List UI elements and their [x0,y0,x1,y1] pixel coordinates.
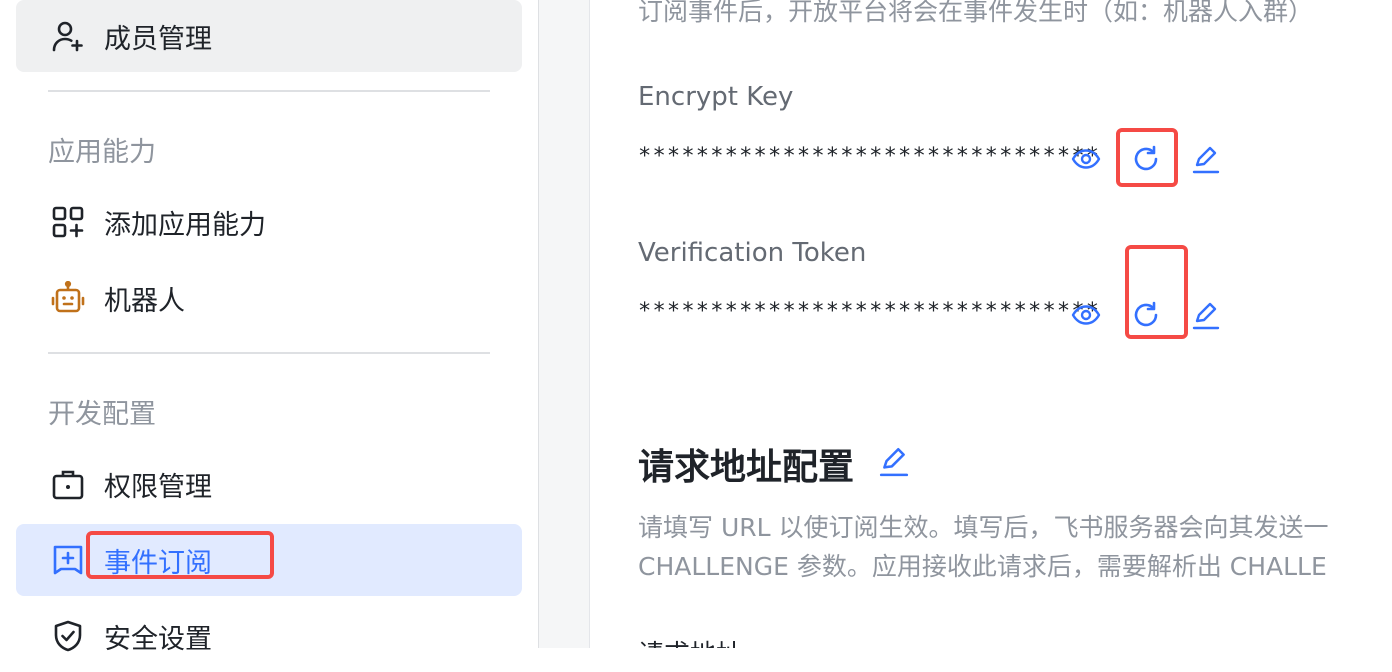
encrypt-key-reset-button[interactable] [1129,142,1163,176]
sidebar-item-label: 机器人 [104,285,185,317]
sidebar-item-member-management[interactable]: 成员管理 [16,0,522,72]
sidebar-item-event-subscription[interactable]: 事件订阅 [16,524,522,596]
sidebar-item-security-settings[interactable]: 安全设置 [16,600,522,672]
verification-token-reset-button[interactable] [1129,298,1163,332]
verification-token-edit-button[interactable] [1189,298,1223,332]
verification-token-label: Verification Token [638,238,867,268]
main-content: 订阅事件后，开放平台将会在事件发生时（如：机器人入群） Encrypt Key … [590,0,1392,648]
request-url-description-line-1: 请填写 URL 以使订阅生效。填写后，飞书服务器会向其发送一 [638,513,1329,542]
request-url-edit-button[interactable] [877,444,911,478]
content-gutter [539,0,590,648]
sidebar-item-label: 添加应用能力 [104,209,266,241]
refresh-icon [1131,144,1161,174]
sidebar-item-label: 成员管理 [104,23,212,55]
edit-icon [878,445,910,477]
encrypt-key-value: ******************************** [638,144,1101,169]
edit-icon [1191,300,1221,330]
event-add-icon [50,542,86,578]
encrypt-key-view-button[interactable] [1069,142,1103,176]
divider [48,352,490,354]
sidebar-item-bot[interactable]: 机器人 [16,262,522,334]
user-add-icon [50,18,86,54]
apps-add-icon [50,204,86,240]
group-label-dev-config: 开发配置 [48,399,156,430]
encrypt-key-label: Encrypt Key [638,82,794,112]
group-label-app-capability: 应用能力 [48,137,156,168]
refresh-icon [1131,300,1161,330]
sidebar-item-label: 安全设置 [104,623,212,655]
shield-check-icon [50,618,86,654]
intro-text: 订阅事件后，开放平台将会在事件发生时（如：机器人入群） [638,0,1314,26]
briefcase-icon [50,466,86,502]
divider [48,90,490,92]
eye-icon [1071,304,1101,326]
verification-token-view-button[interactable] [1069,298,1103,332]
encrypt-key-edit-button[interactable] [1189,142,1223,176]
verification-token-value: ******************************** [638,299,1101,324]
edit-icon [1191,144,1221,174]
sidebar: 成员管理 应用能力 添加应用能力 机器人 开发配置 权限管理 事件订阅 安全设置 [0,0,539,655]
sidebar-item-label: 事件订阅 [104,547,212,579]
request-url-description-line-2: CHALLENGE 参数。应用接收此请求后，需要解析出 CHALLE [638,552,1327,581]
sidebar-item-add-app-capability[interactable]: 添加应用能力 [16,186,522,258]
request-url-section-title: 请求地址配置 [638,438,854,490]
section-title-text: 请求地址配置 [638,447,855,488]
robot-icon [50,280,86,316]
sidebar-item-permission-management[interactable]: 权限管理 [16,448,522,520]
eye-icon [1071,148,1101,170]
request-url-field-label: 请求地址 [638,634,742,648]
sidebar-item-label: 权限管理 [104,471,212,503]
